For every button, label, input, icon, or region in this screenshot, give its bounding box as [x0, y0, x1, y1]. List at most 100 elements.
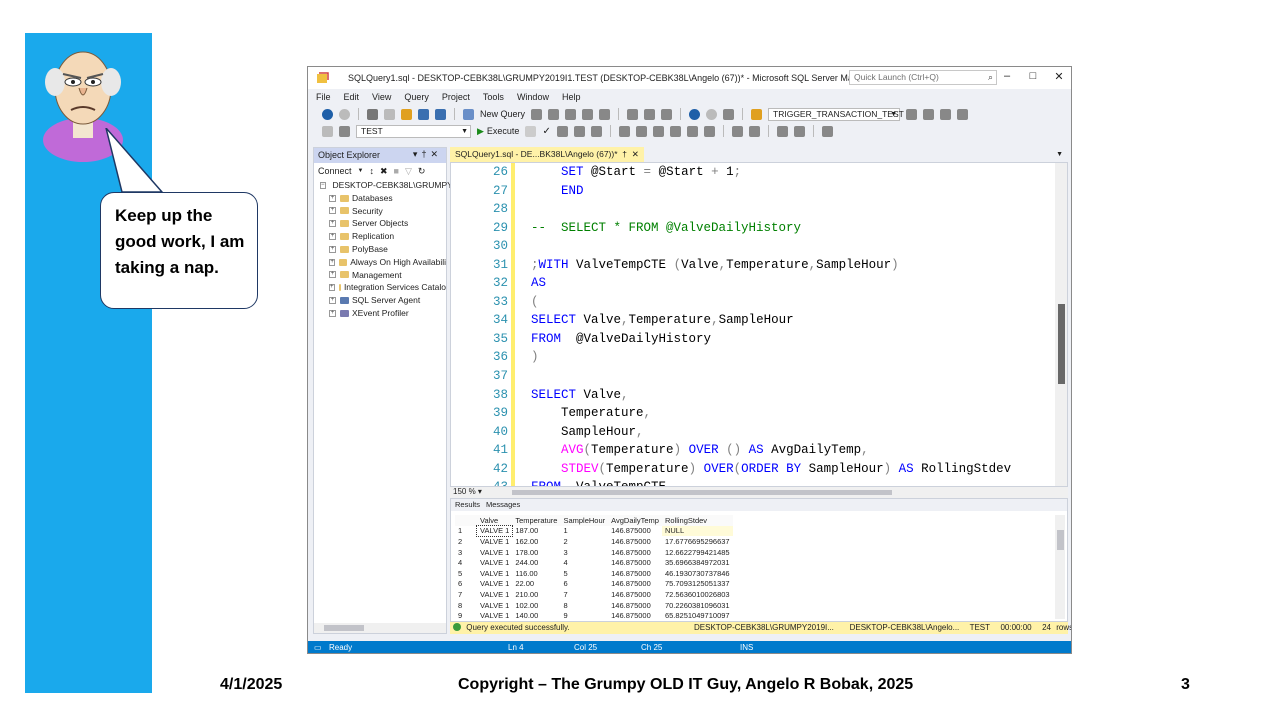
refresh-icon[interactable]: ↻	[418, 166, 426, 177]
dax-query-icon[interactable]	[599, 108, 611, 120]
results-grid[interactable]: Valve Temperature SampleHour AvgDailyTem…	[455, 515, 733, 621]
find-icon[interactable]	[751, 108, 763, 120]
copy-icon[interactable]	[644, 108, 656, 120]
vertical-scrollbar[interactable]	[1055, 163, 1067, 486]
table-cell[interactable]: VALVE 1	[477, 547, 512, 558]
table-row[interactable]: 1 VALVE 1 187.00 1 146.875000 NULL	[455, 524, 733, 538]
expand-icon[interactable]: +	[329, 309, 336, 317]
table-cell[interactable]: 2	[455, 536, 477, 547]
scrollbar-thumb[interactable]	[1057, 530, 1064, 550]
paste-icon[interactable]	[661, 108, 673, 120]
query-designer-icon[interactable]	[573, 125, 585, 137]
tree-item-security[interactable]: + Security	[320, 205, 446, 218]
scrollbar-thumb[interactable]	[1058, 304, 1065, 384]
code-area[interactable]: 26 SET @Start = @Start + 1; 27 END 28 29 --…	[471, 163, 1011, 486]
menu-view[interactable]: View	[372, 92, 391, 102]
code-line[interactable]: 34 SELECT Valve,Temperature,SampleHour	[471, 311, 1011, 330]
table-cell[interactable]: 140.00	[512, 610, 560, 621]
table-cell[interactable]: 8	[560, 600, 608, 611]
code-line[interactable]: 31 ;WITH ValveTempCTE (Valve,Temperature,…	[471, 256, 1011, 275]
table-cell[interactable]: VALVE 1	[477, 536, 512, 547]
add-item-icon[interactable]	[384, 108, 395, 120]
disconnect-icon[interactable]: ✖	[380, 166, 388, 177]
code-line[interactable]: 26 SET @Start = @Start + 1;	[471, 163, 1011, 182]
code-line[interactable]: 28	[471, 200, 1011, 219]
menu-window[interactable]: Window	[517, 92, 549, 102]
open-file-icon[interactable]	[401, 108, 412, 120]
table-cell[interactable]: 5	[455, 568, 477, 579]
table-cell[interactable]: 146.875000	[608, 568, 662, 579]
expand-icon[interactable]: +	[329, 233, 336, 241]
comment-icon[interactable]	[731, 125, 743, 137]
table-cell[interactable]: VALVE 1	[477, 568, 512, 579]
client-stats-icon[interactable]	[652, 125, 664, 137]
table-cell[interactable]: 9	[455, 610, 477, 621]
code-line[interactable]: 39 Temperature,	[471, 404, 1011, 423]
table-row[interactable]: 7 VALVE 1 210.00 7 146.875000 72.563601002680…	[455, 589, 733, 600]
table-row[interactable]: 4 VALVE 1 244.00 4 146.875000 35.696638497203…	[455, 557, 733, 568]
table-cell[interactable]: 1	[560, 526, 608, 537]
results-vertical-scrollbar[interactable]	[1055, 515, 1065, 619]
db-query-icon[interactable]	[531, 108, 543, 120]
table-cell[interactable]: 22.00	[512, 579, 560, 590]
code-line[interactable]: 42 STDEV(Temperature) OVER(ORDER BY Samp…	[471, 460, 1011, 479]
table-row[interactable]: 5 VALVE 1 116.00 5 146.875000 46.193073073784…	[455, 568, 733, 579]
table-cell[interactable]: 2	[560, 536, 608, 547]
tree-item-management[interactable]: + Management	[320, 269, 446, 282]
menu-edit[interactable]: Edit	[344, 92, 360, 102]
xmla-query-icon[interactable]	[582, 108, 594, 120]
table-cell[interactable]: 5	[560, 568, 608, 579]
table-cell[interactable]: 35.6966384972031	[662, 557, 733, 568]
cut-icon[interactable]	[627, 108, 639, 120]
table-row[interactable]: 9 VALVE 1 140.00 9 146.875000 65.825104971009…	[455, 610, 733, 621]
back-icon[interactable]	[322, 108, 333, 120]
table-cell[interactable]: 72.5636010026803	[662, 589, 733, 600]
tree-item-polybase[interactable]: + PolyBase	[320, 243, 446, 256]
table-cell[interactable]: 146.875000	[608, 610, 662, 621]
code-line[interactable]: 38 SELECT Valve,	[471, 386, 1011, 405]
code-line[interactable]: 35 FROM @ValveDailyHistory	[471, 330, 1011, 349]
results-grid-icon[interactable]	[686, 125, 698, 137]
connect-dropdown[interactable]: Connect	[318, 166, 352, 176]
table-cell[interactable]: 1	[455, 526, 477, 537]
table-row[interactable]: 3 VALVE 1 178.00 3 146.875000 12.662279942148…	[455, 547, 733, 558]
maximize-icon[interactable]: □	[1027, 70, 1039, 83]
code-line[interactable]: 37	[471, 367, 1011, 386]
table-row[interactable]: 2 VALVE 1 162.00 2 146.875000 17.677669529663…	[455, 536, 733, 547]
increase-indent-icon[interactable]	[793, 125, 805, 137]
properties-icon[interactable]	[906, 108, 918, 120]
table-cell[interactable]: 46.1930730737846	[662, 568, 733, 579]
panel-controls[interactable]: ▾†✕	[413, 149, 442, 160]
forward-icon[interactable]	[339, 108, 350, 120]
tab-list-dropdown-icon[interactable]: ▼	[1056, 151, 1063, 158]
table-cell[interactable]: 146.875000	[608, 536, 662, 547]
table-cell[interactable]: 4	[560, 557, 608, 568]
code-line[interactable]: 36)	[471, 348, 1011, 367]
table-row[interactable]: 6 VALVE 1 22.00 6 146.875000 75.7093125051337	[455, 579, 733, 590]
menu-help[interactable]: Help	[562, 92, 581, 102]
tree-server-node[interactable]: − DESKTOP-CEBK38L\GRUMPY	[320, 179, 453, 192]
find-dropdown[interactable]: TRIGGER_TRANSACTION_TEST ▼	[768, 107, 904, 121]
menu-tools[interactable]: Tools	[483, 92, 504, 102]
results-text-icon[interactable]	[669, 125, 681, 137]
expand-icon[interactable]: +	[329, 271, 336, 279]
tools-icon[interactable]	[923, 108, 935, 120]
table-cell[interactable]: 3	[560, 547, 608, 558]
zoom-level-dropdown[interactable]: 150 % ▾	[453, 487, 482, 496]
column-header[interactable]: RollingStdev	[661, 515, 733, 526]
table-cell[interactable]: 6	[560, 579, 608, 590]
save-all-icon[interactable]	[435, 108, 446, 120]
expand-icon[interactable]: +	[329, 297, 336, 305]
horizontal-scrollbar[interactable]	[314, 623, 446, 633]
solution-icon[interactable]	[723, 108, 735, 120]
table-cell[interactable]: 75.7093125051337	[662, 579, 733, 590]
table-cell[interactable]: 65.8251049710097	[662, 610, 733, 621]
code-line[interactable]: 40 SampleHour,	[471, 423, 1011, 442]
code-line[interactable]: 30	[471, 237, 1011, 256]
table-cell[interactable]: 70.2260381096031	[662, 600, 733, 611]
table-cell[interactable]: 4	[455, 557, 477, 568]
table-cell[interactable]: 6	[455, 579, 477, 590]
table-cell[interactable]: 17.6776695296637	[662, 536, 733, 547]
table-cell[interactable]: 210.00	[512, 589, 560, 600]
table-cell[interactable]: 7	[455, 589, 477, 600]
